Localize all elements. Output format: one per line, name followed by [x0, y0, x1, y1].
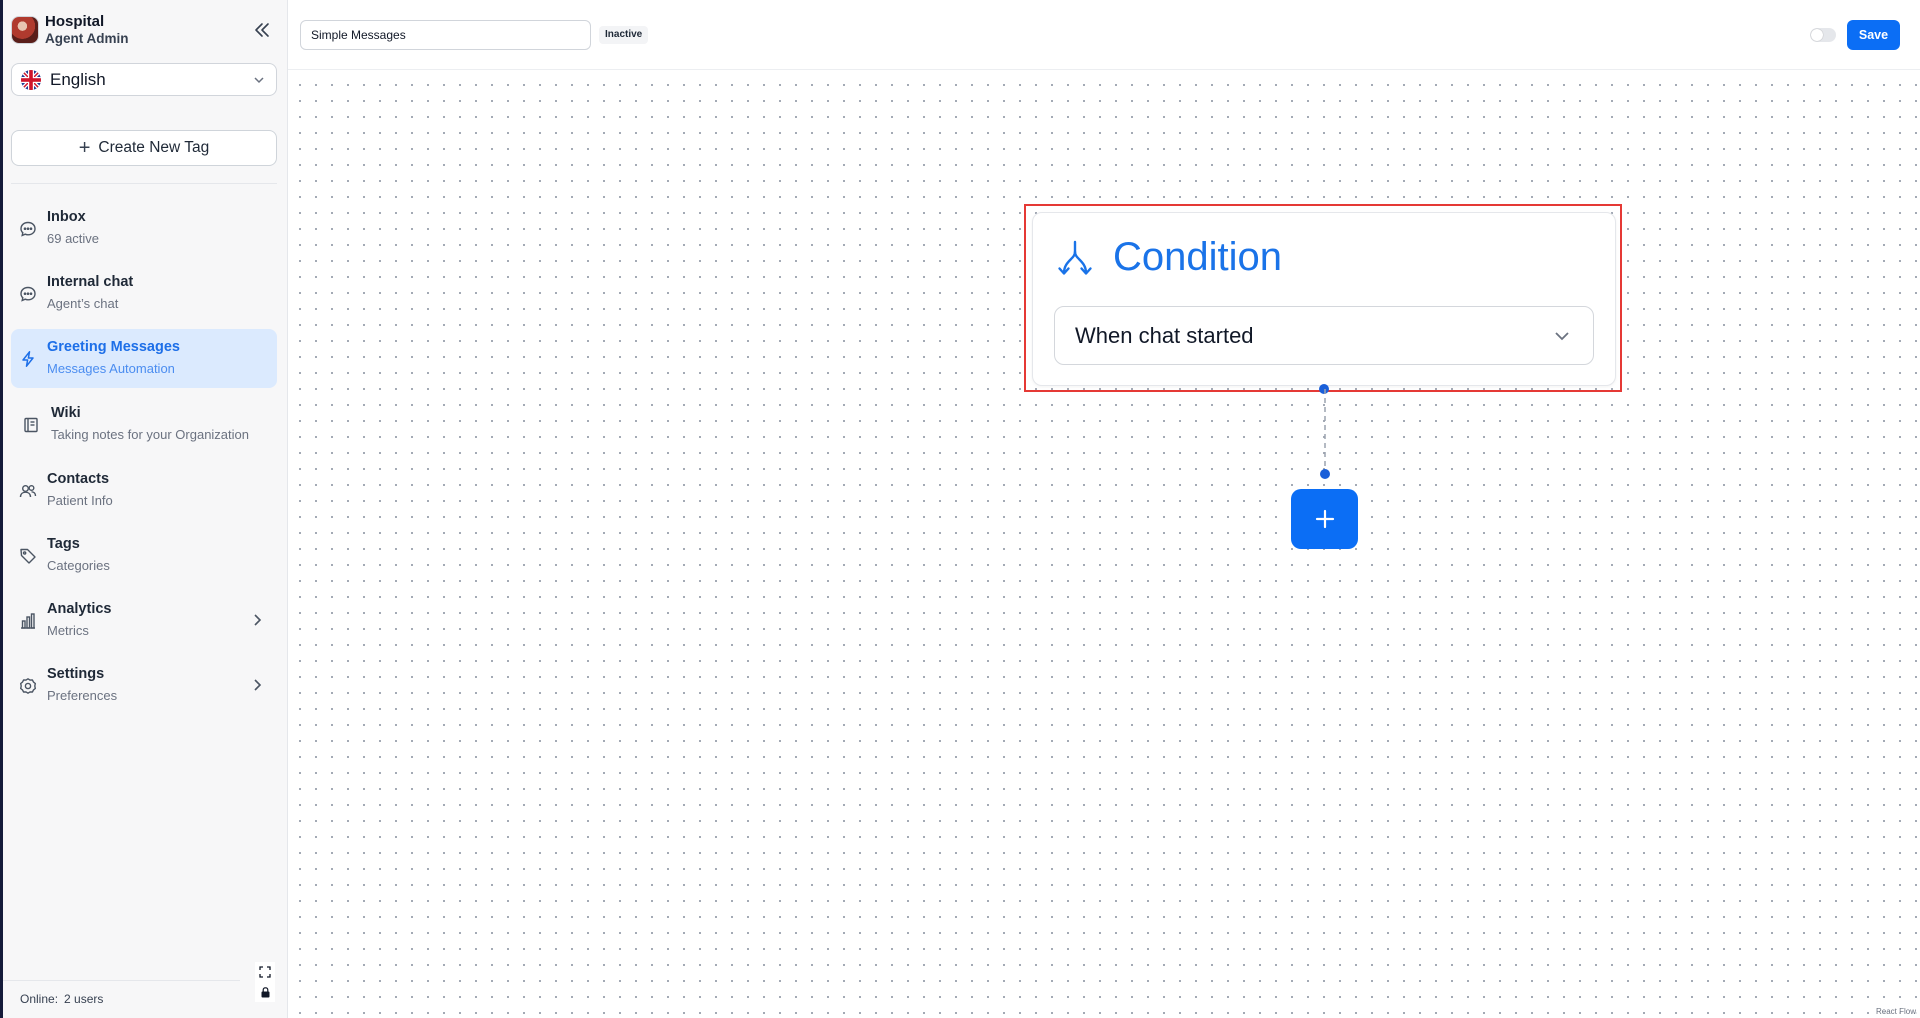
sidebar-item-settings[interactable]: Settings Preferences [11, 656, 277, 715]
save-button[interactable]: Save [1847, 20, 1900, 50]
sidebar-item-title: Greeting Messages [47, 339, 180, 355]
chevron-down-icon [254, 77, 264, 84]
sidebar-item-subtitle: Categories [47, 558, 110, 573]
org-avatar [11, 16, 39, 44]
sidebar-item-title: Inbox [47, 209, 86, 225]
node-title: Condition [1113, 235, 1283, 279]
fit-view-button[interactable] [255, 962, 275, 982]
lightning-icon [22, 351, 34, 367]
sidebar-item-subtitle: Messages Automation [47, 361, 175, 376]
gear-icon [20, 678, 36, 694]
sidebar-item-title: Wiki [51, 405, 81, 421]
sidebar-item-subtitle: Patient Info [47, 493, 113, 508]
app-root: Hospital Agent Admin English + Create Ne… [0, 0, 1920, 1018]
collapse-sidebar-button[interactable] [250, 18, 274, 42]
flow-edge [1324, 389, 1326, 474]
sidebar-item-subtitle: Preferences [47, 688, 118, 703]
condition-select[interactable]: When chat started [1054, 306, 1594, 365]
language-label: English [50, 69, 106, 89]
online-status: Online: 2 users [0, 980, 240, 1018]
sidebar-item-contacts[interactable]: Contacts Patient Info [11, 461, 277, 520]
sidebar-divider [11, 183, 277, 184]
chevron-right-icon [254, 614, 262, 626]
online-label: Online: [20, 992, 59, 1006]
status-badge: Inactive [599, 26, 649, 44]
split-arrows-icon [1058, 240, 1092, 275]
sidebar-item-subtitle: Metrics [47, 623, 89, 638]
sidebar-item-tags[interactable]: Tags Categories [11, 526, 277, 585]
canvas-controls [240, 956, 288, 1002]
condition-node[interactable]: Condition When chat started [1032, 212, 1616, 386]
user-role: Agent Admin [45, 31, 129, 46]
lock-interactivity-button[interactable] [255, 982, 275, 1002]
sidebar-item-title: Analytics [47, 601, 112, 617]
sidebar-item-title: Tags [47, 536, 80, 552]
create-new-tag-button[interactable]: + Create New Tag [11, 130, 277, 166]
brand: Hospital Agent Admin [11, 13, 129, 47]
sidebar-item-subtitle: Agent’s chat [47, 296, 119, 311]
activate-toggle[interactable] [1810, 28, 1836, 42]
chat-bubble-icon [20, 286, 36, 302]
sidebar-item-subtitle: 69 active [47, 231, 100, 246]
double-chevron-left-icon [255, 23, 269, 37]
uk-flag-icon [21, 69, 41, 90]
plus-icon: + [78, 137, 91, 159]
sidebar-item-analytics[interactable]: Analytics Metrics [11, 591, 277, 650]
online-count: 2 users [64, 992, 104, 1006]
book-icon [24, 417, 38, 433]
window-edge [0, 0, 3, 1018]
flow-canvas[interactable]: Condition When chat started React Flow [288, 71, 1920, 1018]
sidebar-item-greeting-messages[interactable]: Greeting Messages Messages Automation [11, 329, 277, 388]
react-flow-attribution[interactable]: React Flow [1873, 1007, 1918, 1016]
create-new-tag-label: Create New Tag [98, 139, 210, 156]
add-step-button[interactable] [1291, 489, 1358, 549]
language-select[interactable]: English [11, 63, 277, 96]
sidebar: Hospital Agent Admin English + Create Ne… [0, 0, 288, 1018]
plus-icon [1315, 509, 1334, 529]
users-icon [19, 485, 37, 498]
sidebar-item-subtitle: Taking notes for your Organization [51, 427, 249, 442]
condition-select-value: When chat started [1075, 323, 1254, 348]
chat-bubble-icon [20, 221, 36, 237]
flow-name-input[interactable] [300, 20, 591, 50]
chevron-right-icon [254, 679, 262, 691]
tag-icon [20, 548, 36, 564]
sidebar-item-inbox[interactable]: Inbox 69 active [11, 199, 277, 258]
add-node-input-handle[interactable] [1320, 469, 1330, 479]
sidebar-item-wiki[interactable]: Wiki Taking notes for your Organization [11, 395, 277, 454]
expand-icon [259, 966, 271, 978]
sidebar-item-title: Internal chat [47, 274, 134, 290]
toggle-knob [1811, 29, 1823, 41]
lock-icon [261, 986, 269, 997]
org-name: Hospital [45, 13, 105, 30]
sidebar-item-title: Settings [47, 666, 105, 682]
flow-toolbar: Inactive Save [288, 0, 1920, 70]
sidebar-item-internal-chat[interactable]: Internal chat Agent’s chat [11, 264, 277, 323]
chevron-down-icon [1555, 332, 1569, 341]
sidebar-item-title: Contacts [47, 471, 110, 487]
bar-chart-icon [21, 613, 35, 629]
